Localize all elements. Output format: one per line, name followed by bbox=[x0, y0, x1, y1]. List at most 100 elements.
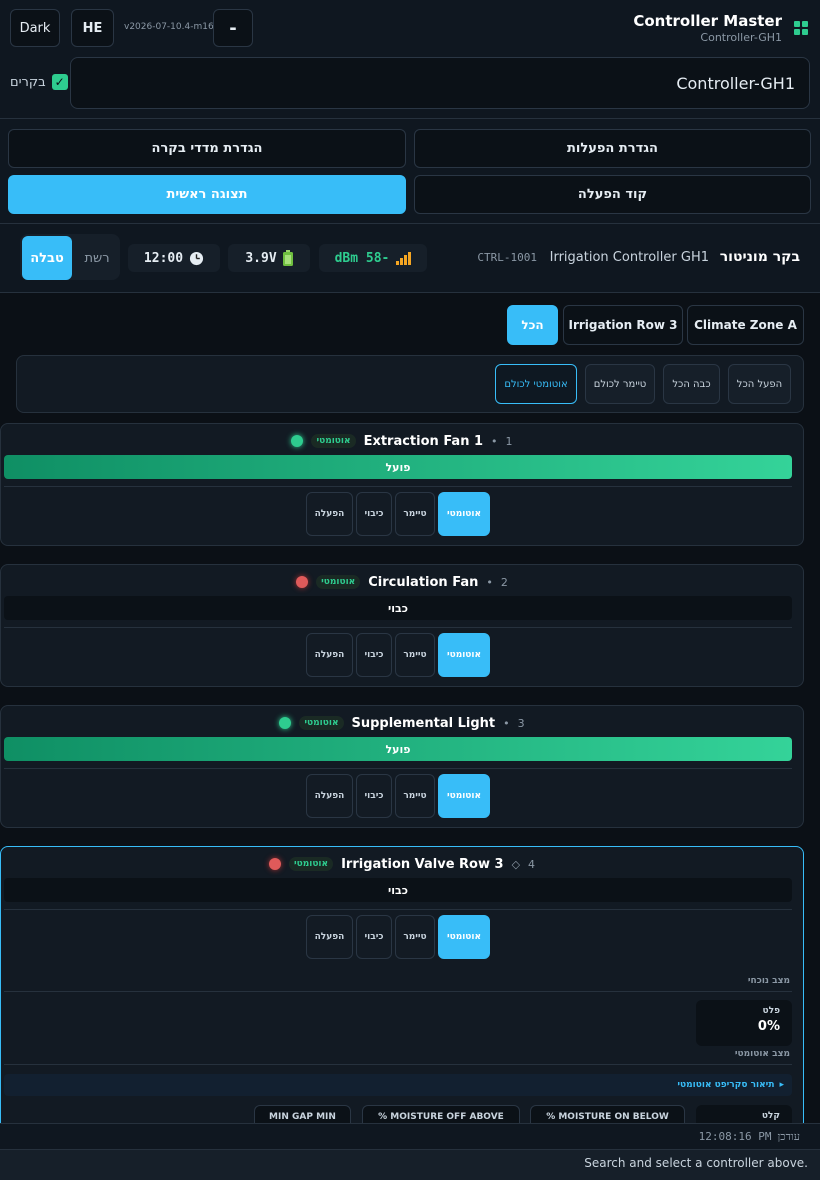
monitor-title: בקר מוניטור bbox=[719, 249, 800, 265]
battery-icon bbox=[282, 250, 293, 266]
auto-script-toggle[interactable]: תיאור סקריפט אוטומטי ▸ bbox=[4, 1074, 792, 1096]
mode-timer-button[interactable]: טיימר bbox=[395, 633, 435, 677]
bulk-all-off-button[interactable]: כבה הכל bbox=[663, 364, 720, 404]
output-value: 0% bbox=[757, 1019, 780, 1034]
controller-search-input[interactable]: Controller-GH1 bbox=[70, 57, 810, 109]
footer: Search and select a controller above. bbox=[0, 1149, 820, 1180]
output-box: פלט 0% bbox=[696, 1000, 792, 1046]
card-divider bbox=[4, 627, 792, 628]
filter-all[interactable]: הכל bbox=[507, 305, 558, 345]
mode-badge: אוטומטי bbox=[288, 857, 334, 871]
mode-badge: אוטומטי bbox=[311, 434, 356, 448]
status-led-icon bbox=[279, 717, 292, 729]
device-name: Irrigation Valve Row 3 bbox=[341, 856, 504, 872]
clock-icon bbox=[190, 251, 204, 265]
view-table-button[interactable]: טבלה bbox=[22, 236, 72, 280]
top-bar: Dark HE v2026-07-10.4-m16 - Controller M… bbox=[0, 0, 820, 56]
mode-off-button[interactable]: כיבוי bbox=[356, 774, 392, 818]
status-led-icon bbox=[291, 435, 304, 447]
signal-chip: dBm 58- bbox=[319, 244, 427, 272]
card-divider bbox=[4, 1064, 792, 1065]
time-value: 12:00 bbox=[143, 250, 184, 266]
mode-auto-button[interactable]: אוטומטי bbox=[438, 492, 490, 536]
view-toggle: טבלה רשת bbox=[20, 234, 120, 280]
mode-timer-button[interactable]: טיימר bbox=[395, 774, 435, 818]
filter-climate-zone-a[interactable]: Climate Zone A bbox=[687, 305, 804, 345]
theme-toggle-button[interactable]: Dark bbox=[10, 9, 60, 47]
device-card-selected[interactable]: אוטומטי Irrigation Valve Row 3 ◇ 4 כבוי … bbox=[0, 846, 804, 1151]
divider bbox=[0, 223, 820, 224]
device-name: Extraction Fan 1 bbox=[363, 433, 484, 449]
mode-badge: אוטומטי bbox=[299, 716, 344, 730]
last-updated: 12:08:16 PM עודכן bbox=[699, 1130, 800, 1143]
current-state-label: מצב נוכחי bbox=[747, 976, 790, 986]
device-name: Circulation Fan bbox=[368, 574, 479, 590]
signal-value: dBm 58- bbox=[334, 250, 390, 266]
language-button[interactable]: HE bbox=[71, 9, 114, 47]
controller-id: CTRL-1001 bbox=[477, 251, 537, 264]
controllers-checkbox-label: בקרים bbox=[10, 74, 46, 90]
device-index: 1 bbox=[505, 434, 513, 448]
brand-title: Controller Master bbox=[633, 12, 782, 30]
mode-off-button[interactable]: כיבוי bbox=[356, 633, 392, 677]
bulk-timer-all-button[interactable]: טיימר לכולם bbox=[585, 364, 655, 404]
mode-on-button[interactable]: הפעלה bbox=[306, 774, 353, 818]
controllers-checkbox-wrap[interactable]: בקרים ✓ bbox=[10, 74, 68, 90]
output-label: פלט bbox=[762, 1006, 780, 1016]
controllers-checkbox[interactable]: ✓ bbox=[51, 74, 68, 90]
updated-label: עודכן bbox=[777, 1130, 800, 1143]
device-status-bar: כבוי bbox=[4, 596, 792, 620]
bulk-all-on-button[interactable]: הפעל הכל bbox=[728, 364, 791, 404]
version-label: v2026-07-10.4-m16 bbox=[124, 22, 214, 32]
minimize-button[interactable]: - bbox=[213, 9, 253, 47]
nav-actuators-setup-button[interactable]: הגדרת הפעלות bbox=[414, 129, 811, 168]
mode-auto-button[interactable]: אוטומטי bbox=[438, 774, 490, 818]
auto-state-label: מצב אוטומטי bbox=[734, 1049, 790, 1059]
view-grid-button[interactable]: רשת bbox=[74, 236, 120, 280]
device-status-bar: פועל bbox=[4, 737, 792, 761]
device-card: אוטומטי Supplemental Light • 3 פועל אוטו… bbox=[0, 705, 804, 828]
mode-on-button[interactable]: הפעלה bbox=[306, 633, 353, 677]
last-updated-bar: 12:08:16 PM עודכן bbox=[0, 1123, 820, 1149]
status-led-icon bbox=[296, 576, 309, 588]
nav-main-view-button[interactable]: תצוגה ראשית bbox=[8, 175, 406, 214]
battery-value: 3.9V bbox=[245, 250, 277, 266]
device-marker: • bbox=[491, 434, 498, 448]
updated-time: 12:08:16 PM bbox=[698, 1130, 772, 1143]
device-marker: • bbox=[503, 716, 510, 730]
device-marker: • bbox=[486, 575, 493, 589]
device-card: אוטומטי Extraction Fan 1 • 1 פועל אוטומט… bbox=[0, 423, 804, 546]
nav-sensors-setup-button[interactable]: הגדרת מדדי בקרה bbox=[8, 129, 406, 168]
mode-auto-button[interactable]: אוטומטי bbox=[438, 915, 490, 959]
brand-subtitle: Controller-GH1 bbox=[700, 31, 782, 44]
mode-off-button[interactable]: כיבוי bbox=[356, 915, 392, 959]
mode-on-button[interactable]: הפעלה bbox=[306, 915, 353, 959]
device-header: אוטומטי Circulation Fan • 2 bbox=[1, 573, 803, 591]
footer-hint: Search and select a controller above. bbox=[584, 1156, 808, 1170]
nav-activation-code-button[interactable]: קוד הפעלה bbox=[414, 175, 811, 214]
device-name: Supplemental Light bbox=[351, 715, 496, 731]
expand-arrow-icon: ▸ bbox=[779, 1080, 784, 1090]
divider bbox=[0, 118, 820, 119]
controller-name: Irrigation Controller GH1 bbox=[549, 250, 709, 265]
device-header: אוטומטי Irrigation Valve Row 3 ◇ 4 bbox=[1, 855, 803, 873]
signal-icon bbox=[396, 252, 412, 265]
auto-script-label: תיאור סקריפט אוטומטי bbox=[677, 1080, 775, 1090]
mode-auto-button[interactable]: אוטומטי bbox=[438, 633, 490, 677]
card-divider bbox=[4, 768, 792, 769]
device-marker: ◇ bbox=[511, 857, 521, 871]
device-status-bar: כבוי bbox=[4, 878, 792, 902]
bulk-auto-all-button[interactable]: אוטומטי לכולם bbox=[495, 364, 577, 404]
card-divider bbox=[4, 486, 792, 487]
mode-on-button[interactable]: הפעלה bbox=[306, 492, 353, 536]
mode-timer-button[interactable]: טיימר bbox=[395, 492, 435, 536]
filter-irrigation-row-3[interactable]: Irrigation Row 3 bbox=[563, 305, 683, 345]
device-status-bar: פועל bbox=[4, 455, 792, 479]
device-index: 4 bbox=[528, 857, 536, 871]
device-header: אוטומטי Supplemental Light • 3 bbox=[1, 714, 803, 732]
brand: Controller Master Controller-GH1 bbox=[633, 12, 782, 44]
mode-off-button[interactable]: כיבוי bbox=[356, 492, 392, 536]
input-label: קלט bbox=[761, 1111, 780, 1121]
mode-badge: אוטומטי bbox=[316, 575, 361, 589]
mode-timer-button[interactable]: טיימר bbox=[395, 915, 435, 959]
